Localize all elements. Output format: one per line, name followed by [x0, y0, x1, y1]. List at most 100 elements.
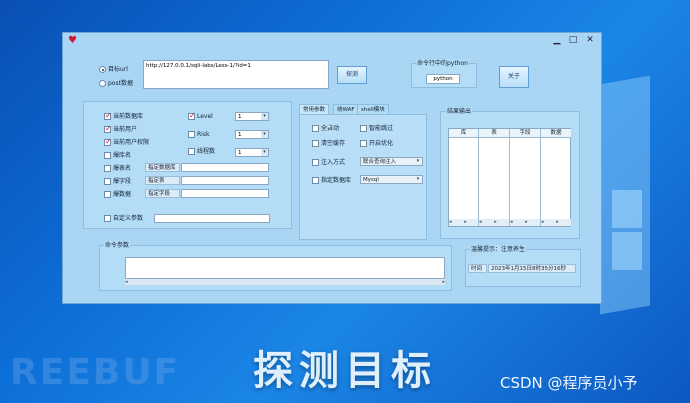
tab-container: 常用参数 绕WAF shell模块 全自动 智能跳过 清空缓存 开启优化 注入方…	[299, 104, 427, 240]
specify-table-label: 指定表	[145, 176, 180, 185]
windows-logo-pane	[612, 190, 642, 228]
level-label: Level	[197, 113, 213, 120]
current-user-priv-checkbox[interactable]	[104, 137, 112, 146]
auto-checkbox[interactable]	[312, 125, 319, 132]
dump-dbnames-checkbox[interactable]	[104, 152, 111, 159]
dump-tables-checkbox[interactable]	[104, 165, 111, 172]
results-col-header[interactable]: 数据	[541, 129, 571, 138]
dump-columns-label: 爆字段	[113, 178, 132, 185]
scroll-right-icon[interactable]: ▸	[442, 279, 445, 285]
specify-column-input[interactable]	[181, 189, 269, 198]
level-checkbox[interactable]	[188, 111, 196, 120]
threads-checkbox[interactable]	[188, 148, 195, 155]
inject-method-select[interactable]: 联合查询注入 ▾	[360, 157, 423, 166]
results-col-header[interactable]: 字段	[510, 129, 540, 138]
python-group-title: 命令行中的python	[416, 59, 469, 68]
minimize-button[interactable]: ▁	[551, 35, 563, 46]
clear-cache-label: 清空缓存	[321, 140, 346, 147]
csdn-credit: CSDN @程序员小予	[500, 374, 638, 392]
current-user-label: 当前用户	[113, 126, 138, 133]
specify-dbms-checkbox[interactable]	[312, 177, 319, 184]
current-db-label: 当前数据库	[113, 113, 144, 120]
results-table[interactable]: 库 ◂ ▸ 表 ◂ ▸ 字段 ◂ ▸ 数据 ◂ ▸	[448, 128, 571, 227]
column-scrollbar[interactable]: ◂ ▸	[449, 219, 478, 226]
spinner-arrow-icon[interactable]: ▾	[261, 131, 268, 138]
risk-value: 1	[238, 132, 242, 138]
results-col-header[interactable]: 表	[479, 129, 509, 138]
threads-spinner[interactable]: 1 ▾	[235, 148, 269, 157]
tab-shell-module[interactable]: shell模块	[357, 104, 389, 114]
sqlmap-gui-window: ♥ ▁ □ ✕ 目标url post数据 http://127.0.0.1/sq…	[62, 32, 602, 304]
dump-data-checkbox[interactable]	[104, 191, 111, 198]
common-params-panel: 全自动 智能跳过 清空缓存 开启优化 注入方式 联合查询注入 ▾ 指定数据库 My…	[299, 114, 427, 240]
level-spinner[interactable]: 1 ▾	[235, 112, 269, 121]
close-button[interactable]: ✕	[584, 35, 596, 46]
command-scrollbar[interactable]: ◂ ▸	[125, 279, 445, 285]
windows-logo-pane	[612, 232, 642, 270]
mouse-cursor-icon: ➚	[323, 123, 332, 134]
dump-dbnames-label: 爆库名	[113, 152, 132, 159]
clear-cache-checkbox[interactable]	[312, 140, 319, 147]
results-column: 表 ◂ ▸	[479, 129, 510, 226]
specify-column-label: 指定字段	[145, 189, 180, 198]
enable-opt-label: 开启优化	[369, 140, 394, 147]
threads-value: 1	[238, 150, 242, 156]
tab-common-params[interactable]: 常用参数	[299, 104, 330, 114]
smart-skip-checkbox[interactable]	[360, 125, 367, 132]
inject-method-checkbox[interactable]	[312, 159, 319, 166]
command-group: 命令参数 ◂ ▸	[99, 241, 452, 291]
dump-tables-label: 爆表名	[113, 165, 132, 172]
title-bar[interactable]: ♥ ▁ □ ✕	[63, 33, 601, 49]
target-url-radio[interactable]	[99, 66, 106, 73]
specify-dbms-label: 指定数据库	[321, 177, 352, 184]
post-data-label: post数据	[108, 80, 133, 87]
about-button[interactable]: 关于	[499, 66, 529, 88]
column-scrollbar[interactable]: ◂ ▸	[541, 219, 571, 226]
risk-spinner[interactable]: 1 ▾	[235, 130, 269, 139]
results-column: 数据 ◂ ▸	[541, 129, 571, 226]
tab-bypass-waf[interactable]: 绕WAF	[333, 104, 359, 114]
current-user-checkbox[interactable]	[104, 124, 112, 133]
dump-columns-checkbox[interactable]	[104, 178, 111, 185]
time-value: 2023年1月15日8时35分16秒	[488, 264, 576, 273]
chevron-down-icon[interactable]: ▾	[414, 176, 422, 183]
specify-db-label: 指定数据库	[145, 163, 180, 172]
command-title: 命令参数	[104, 241, 131, 250]
target-url-label: 目标url	[108, 66, 128, 73]
dbms-value: Mysql	[363, 177, 379, 183]
post-data-radio[interactable]	[99, 80, 106, 87]
spinner-arrow-icon[interactable]: ▾	[261, 113, 268, 120]
specify-db-input[interactable]	[181, 163, 269, 172]
specify-table-input[interactable]	[181, 176, 269, 185]
dbms-select[interactable]: Mysql ▾	[360, 175, 423, 184]
results-column: 库 ◂ ▸	[449, 129, 479, 226]
python-path-input[interactable]: python	[426, 74, 460, 84]
results-title: 结果输出	[446, 107, 473, 116]
custom-params-label: 自定义参数	[113, 215, 144, 222]
smart-skip-label: 智能跳过	[369, 125, 394, 132]
current-db-checkbox[interactable]	[104, 111, 112, 120]
results-col-header[interactable]: 库	[449, 129, 478, 138]
threads-label: 线程数	[197, 148, 216, 155]
custom-params-checkbox[interactable]	[104, 215, 111, 222]
risk-label: Risk	[197, 131, 210, 138]
options-panel: 当前数据库 当前用户 当前用户权限 爆库名 爆表名 爆字段 爆数据 指定数据库 …	[83, 101, 292, 229]
risk-checkbox[interactable]	[188, 131, 195, 138]
custom-params-input[interactable]	[154, 214, 270, 223]
current-user-priv-label: 当前用户权限	[113, 139, 150, 146]
spinner-arrow-icon[interactable]: ▾	[261, 149, 268, 156]
time-label: 时间	[468, 264, 487, 273]
chevron-down-icon[interactable]: ▾	[414, 158, 422, 165]
column-scrollbar[interactable]: ◂ ▸	[510, 219, 540, 226]
url-textarea[interactable]: http://127.0.0.1/sqli-labs/Less-1/?id=1	[143, 60, 329, 89]
heart-icon: ♥	[68, 35, 77, 46]
level-value: 1	[238, 114, 242, 120]
probe-button[interactable]: 探测	[337, 66, 367, 84]
command-textarea[interactable]	[125, 257, 445, 279]
maximize-button[interactable]: □	[567, 35, 579, 46]
results-column: 字段 ◂ ▸	[510, 129, 541, 226]
desktop: { "desktop_overlay": { "caption": "探测目标"…	[0, 0, 690, 403]
column-scrollbar[interactable]: ◂ ▸	[479, 219, 509, 226]
tips-group: 温馨提示：注意养生 时间 2023年1月15日8时35分16秒	[465, 245, 581, 287]
enable-opt-checkbox[interactable]	[360, 140, 367, 147]
